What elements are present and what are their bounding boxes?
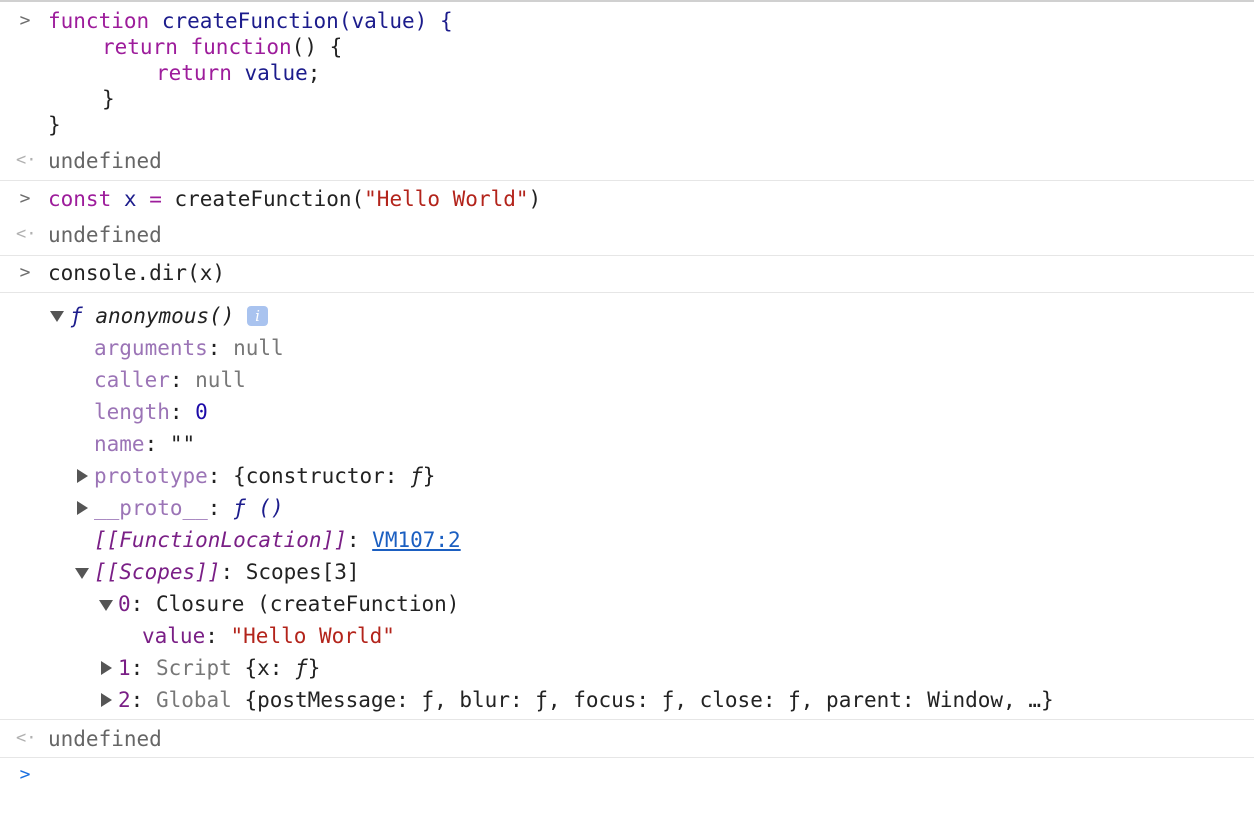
- tree-prop-name[interactable]: name: "": [94, 431, 195, 457]
- property-key: prototype: [94, 464, 208, 488]
- property-value: 0: [195, 400, 208, 424]
- expand-triangle-icon[interactable]: [75, 568, 89, 579]
- tree-scope-0-value[interactable]: value: "Hello World": [142, 623, 395, 649]
- result-value: undefined: [48, 149, 162, 173]
- code-line-4[interactable]: }: [102, 86, 115, 112]
- tree-prop-function-location[interactable]: [[FunctionLocation]]: VM107:2: [94, 527, 461, 553]
- property-value: }: [307, 656, 321, 680]
- property-key: name: [94, 432, 145, 456]
- source-link[interactable]: VM107:2: [372, 528, 461, 552]
- tree-scope-0[interactable]: 0: Closure (createFunction): [118, 591, 459, 617]
- property-key: caller: [94, 368, 170, 392]
- function-symbol: ƒ: [295, 656, 308, 680]
- tree-scope-2[interactable]: 2: Global {postMessage: ƒ, blur: ƒ, focu…: [118, 687, 1054, 713]
- property-key: [[FunctionLocation]]: [94, 528, 347, 552]
- identifier: x: [123, 187, 137, 211]
- property-key: 2: [118, 688, 131, 712]
- code-text: ;: [307, 61, 321, 85]
- input-prompt-icon: >: [19, 262, 31, 283]
- entry-divider: [0, 292, 1254, 293]
- expand-triangle-icon[interactable]: [77, 501, 88, 515]
- property-value: "": [169, 432, 196, 456]
- property-value: (): [258, 496, 284, 520]
- input-prompt-icon: >: [19, 10, 31, 31]
- command-line-console-dir[interactable]: console.dir(x): [48, 260, 225, 286]
- property-value: null: [233, 336, 284, 360]
- return-arrow-icon: <·: [16, 224, 37, 244]
- tree-prop-caller[interactable]: caller: null: [94, 367, 246, 393]
- property-value: Closure (createFunction): [155, 592, 460, 616]
- operator: =: [149, 187, 162, 211]
- property-value: {constructor:: [233, 464, 411, 488]
- function-symbol: ƒ: [70, 304, 83, 328]
- expand-triangle-icon[interactable]: [101, 693, 112, 707]
- entry-divider: [0, 255, 1254, 256]
- property-key: __proto__: [94, 496, 208, 520]
- function-symbol: ƒ: [410, 464, 423, 488]
- input-prompt-icon: >: [19, 188, 31, 209]
- expand-triangle-icon[interactable]: [101, 661, 112, 675]
- keyword: const: [48, 187, 112, 211]
- info-icon[interactable]: i: [247, 306, 269, 326]
- property-key: value: [142, 624, 206, 648]
- property-value: null: [195, 368, 246, 392]
- keyword: function: [190, 35, 292, 59]
- expand-triangle-icon[interactable]: [77, 469, 88, 483]
- tree-header-function[interactable]: ƒ anonymous() i: [70, 303, 269, 329]
- tree-prop-proto[interactable]: __proto__: ƒ (): [94, 495, 284, 521]
- expand-triangle-icon[interactable]: [50, 311, 64, 322]
- call-expression: createFunction(: [174, 187, 365, 211]
- property-key: 0: [118, 592, 131, 616]
- scope-label: Script: [155, 656, 232, 680]
- property-value: {postMessage: ƒ, blur: ƒ, focus: ƒ, clos…: [244, 688, 1054, 712]
- return-arrow-icon: <·: [16, 150, 37, 170]
- tree-scope-1[interactable]: 1: Script {x: ƒ}: [118, 655, 320, 681]
- tree-prop-prototype[interactable]: prototype: {constructor: ƒ}: [94, 463, 435, 489]
- keyword: return: [156, 61, 232, 85]
- identifier: value: [244, 61, 308, 85]
- code-line-5[interactable]: }: [48, 112, 61, 138]
- string-literal: "Hello World": [364, 187, 529, 211]
- property-key: [[Scopes]]: [94, 560, 221, 584]
- function-name: createFunction: [161, 9, 339, 33]
- code-line-3[interactable]: return value;: [156, 60, 320, 86]
- console-top-border: [0, 0, 1254, 2]
- result-value: undefined: [48, 223, 162, 247]
- entry-divider: [0, 757, 1254, 758]
- property-key: length: [94, 400, 170, 424]
- function-params: (value) {: [338, 9, 453, 33]
- tree-prop-scopes[interactable]: [[Scopes]]: Scopes[3]: [94, 559, 360, 585]
- tree-prop-length[interactable]: length: 0: [94, 399, 208, 425]
- tree-prop-arguments[interactable]: arguments: null: [94, 335, 284, 361]
- scope-label: Global: [155, 688, 232, 712]
- return-arrow-icon: <·: [16, 728, 37, 748]
- function-symbol: ƒ: [233, 496, 246, 520]
- property-value: }: [422, 464, 436, 488]
- console-input[interactable]: [48, 762, 1238, 790]
- entry-divider: [0, 180, 1254, 181]
- code-line-2[interactable]: return function() {: [102, 34, 342, 60]
- code-text: () {: [291, 35, 343, 59]
- keyword: return: [102, 35, 178, 59]
- keyword: function: [48, 9, 150, 33]
- expand-triangle-icon[interactable]: [99, 600, 113, 611]
- command-line-const[interactable]: const x = createFunction("Hello World"): [48, 186, 541, 212]
- result-value: undefined: [48, 727, 162, 751]
- code-text: ): [528, 187, 542, 211]
- active-prompt-icon: >: [19, 764, 31, 785]
- property-value: "Hello World": [230, 624, 395, 648]
- property-value: {x:: [244, 656, 296, 680]
- function-signature: anonymous(): [95, 304, 235, 328]
- property-value: Scopes[3]: [245, 560, 360, 584]
- entry-divider: [0, 719, 1254, 720]
- code-line-1[interactable]: function createFunction(value) {: [48, 8, 453, 34]
- property-key: arguments: [94, 336, 208, 360]
- property-key: 1: [118, 656, 131, 680]
